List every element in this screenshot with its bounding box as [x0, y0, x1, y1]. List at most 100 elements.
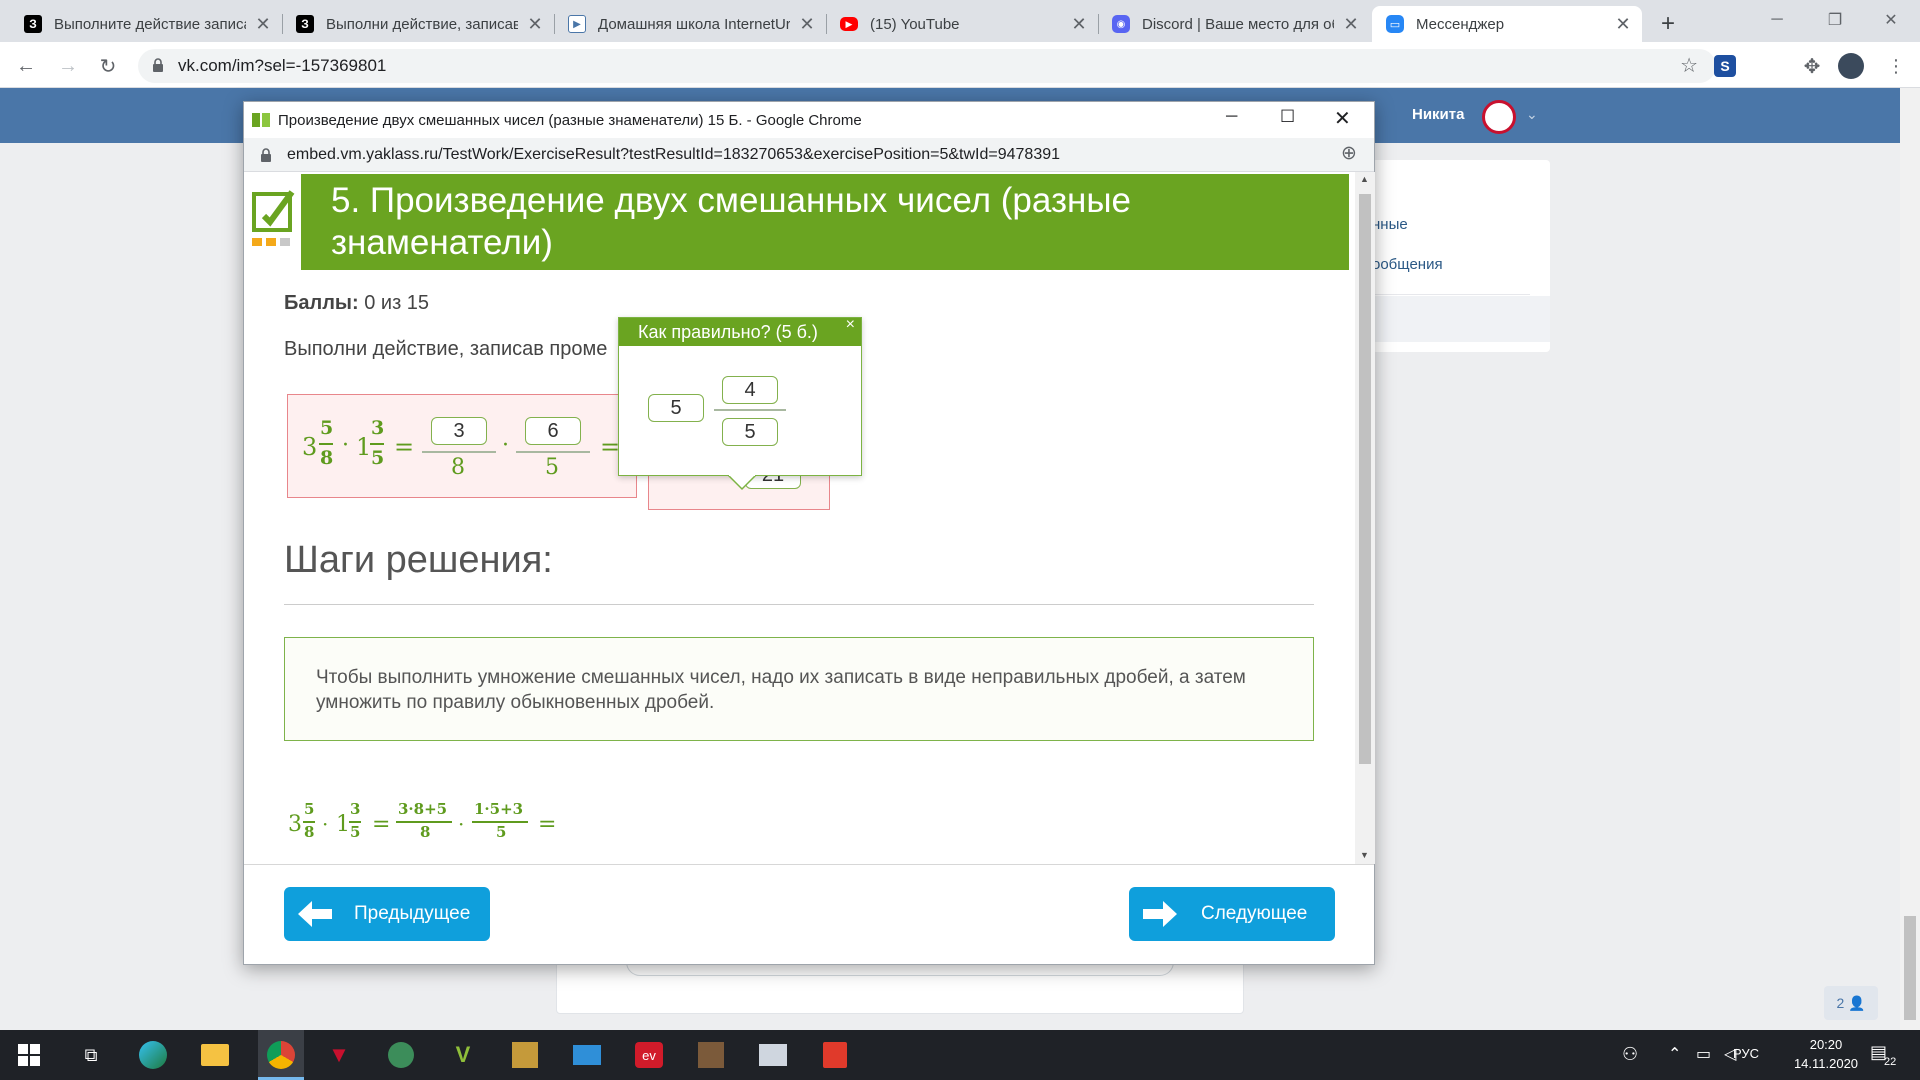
tab-2[interactable]: З Выполни действие, записав ✕	[282, 6, 554, 42]
minimize-icon[interactable]: ─	[1748, 0, 1806, 40]
mail-icon[interactable]	[570, 1038, 604, 1072]
extensions-puzzle-icon[interactable]: ✥	[1796, 50, 1828, 82]
url-text: vk.com/im?sel=-157369801	[178, 56, 387, 75]
tab-1[interactable]: З Выполните действие записав ✕	[10, 6, 282, 42]
expression-box: 3 5 8 · 1 3 5 = 3 8 · 6 5 =	[287, 394, 637, 498]
close-icon[interactable]: ✕	[1614, 14, 1632, 35]
vk-chat-counter[interactable]: 2 👤	[1824, 986, 1878, 1020]
task-view-icon[interactable]: ⧉	[74, 1038, 108, 1072]
counter-value: 2	[1836, 995, 1845, 1011]
clock-time[interactable]: 20:20	[1790, 1037, 1862, 1052]
close-icon[interactable]: ✕	[1070, 14, 1088, 35]
vk-menu-item[interactable]: ообщения	[1372, 256, 1443, 273]
chevron-up-icon[interactable]: ⌃	[1668, 1044, 1681, 1064]
divider	[284, 604, 1314, 605]
equals: =	[394, 433, 415, 461]
popup-scrollbar[interactable]: ▲ ▼	[1355, 172, 1375, 864]
previous-label: Предыдущее	[354, 903, 471, 924]
extension-s-icon[interactable]: S	[1714, 55, 1736, 77]
yaklass-favicon-icon: З	[296, 15, 314, 33]
scroll-down-icon[interactable]: ▼	[1360, 850, 1369, 860]
mixed1-num: 5	[304, 800, 315, 818]
app-ev-icon[interactable]: ev	[632, 1038, 666, 1072]
fraction-bar	[319, 443, 333, 445]
mixed1-den: 8	[304, 823, 315, 841]
mixed2-whole: 1	[336, 812, 350, 837]
vk-user-name[interactable]: Никита	[1412, 106, 1464, 123]
windows-taskbar: ⧉ ▼ V ev ⚇ ⌃ ▭ ◁ РУС 20:20 14.11.2020 ▤ …	[0, 1030, 1920, 1080]
people-icon[interactable]: ⚇	[1622, 1044, 1638, 1065]
globe-app-icon[interactable]	[384, 1038, 418, 1072]
tab-title: (15) YouTube	[870, 15, 960, 33]
previous-button[interactable]: Предыдущее	[284, 887, 490, 941]
app-window-icon[interactable]	[756, 1038, 790, 1072]
app-v-icon[interactable]: ▼	[322, 1038, 356, 1072]
forward-icon[interactable]: →	[52, 50, 84, 82]
clock-date[interactable]: 14.11.2020	[1790, 1056, 1862, 1071]
tab-6-active[interactable]: ▭ Мессенджер ✕	[1372, 6, 1642, 42]
tab-title: Домашняя школа InternetUr	[598, 15, 790, 33]
next-button[interactable]: Следующее	[1129, 887, 1335, 941]
menu-kebab-icon[interactable]: ⋮	[1880, 50, 1912, 82]
vk-side-menu: нные ообщения	[1372, 160, 1550, 352]
frac1-num: 3·8+5	[398, 800, 448, 818]
edge-icon[interactable]	[136, 1038, 170, 1072]
popover-arrow	[728, 475, 756, 491]
restore-icon[interactable]: ❐	[1806, 0, 1864, 40]
notification-count: 22	[1884, 1056, 1897, 1068]
close-window-icon[interactable]: ✕	[1334, 106, 1351, 131]
scroll-up-icon[interactable]: ▲	[1360, 174, 1369, 184]
language-indicator[interactable]: РУС	[1733, 1046, 1759, 1061]
maximize-icon[interactable]: ☐	[1280, 107, 1295, 127]
chevron-down-icon[interactable]: ⌄	[1526, 106, 1538, 123]
tab-title: Мессенджер	[1416, 15, 1505, 33]
close-icon[interactable]: ✕	[254, 14, 272, 35]
profile-avatar[interactable]	[1838, 53, 1864, 79]
windows-start-icon[interactable]	[12, 1038, 46, 1072]
popup-address-bar[interactable]: embed.vm.yaklass.ru/TestWork/ExerciseRes…	[244, 138, 1374, 172]
popover-title-text: Как правильно? (5 б.)	[638, 322, 818, 342]
answer-input-num2[interactable]: 6	[525, 417, 581, 445]
chrome-icon[interactable]	[258, 1030, 304, 1080]
answer-input-num1[interactable]: 3	[431, 417, 487, 445]
vk-menu-item[interactable]: нные	[1372, 216, 1408, 233]
tab-3[interactable]: ▶ Домашняя школа InternetUr ✕	[554, 6, 826, 42]
network-icon[interactable]: ▭	[1696, 1044, 1711, 1064]
reload-icon[interactable]: ↻	[92, 50, 124, 82]
back-icon[interactable]: ←	[10, 50, 42, 82]
game-app-icon[interactable]	[508, 1038, 542, 1072]
frac1-den: 8	[420, 823, 431, 841]
close-icon[interactable]: ×	[846, 316, 855, 334]
equals: =	[538, 812, 557, 837]
app-v-green-icon[interactable]: V	[446, 1038, 480, 1072]
divider	[1372, 294, 1530, 295]
page-scrollbar-thumb[interactable]	[1904, 916, 1916, 1020]
vk-menu-selected[interactable]	[1372, 296, 1550, 342]
mixed2-den: 5	[371, 447, 385, 469]
popup-scrollbar-thumb[interactable]	[1359, 194, 1371, 764]
step-formula: 3 5 8 · 1 3 5 = 3·8+5 8 · 1·5+3 5 =	[284, 792, 784, 856]
close-icon[interactable]: ✕	[798, 14, 816, 35]
page-scrollbar[interactable]	[1900, 88, 1920, 1030]
mixed1-whole: 3	[302, 433, 318, 461]
zoom-icon[interactable]: ⊕	[1341, 142, 1357, 165]
close-window-icon[interactable]: ✕	[1862, 0, 1920, 40]
tab-title: Выполните действие записав	[54, 15, 246, 33]
app-red-icon[interactable]	[818, 1038, 852, 1072]
bookmark-star-icon[interactable]: ☆	[1680, 53, 1698, 78]
lock-icon	[261, 148, 271, 162]
popup-titlebar[interactable]: Произведение двух смешанных чисел (разны…	[244, 102, 1374, 138]
close-icon[interactable]: ✕	[526, 14, 544, 35]
file-explorer-icon[interactable]	[198, 1038, 232, 1072]
fraction-bar	[422, 451, 496, 453]
minimize-icon[interactable]: ─	[1226, 108, 1237, 126]
vk-avatar[interactable]	[1482, 100, 1516, 134]
address-bar[interactable]: vk.com/im?sel=-157369801 ☆	[138, 49, 1716, 83]
score-label: Баллы:	[284, 292, 359, 314]
tab-5[interactable]: ◉ Discord | Ваше место для об ✕	[1098, 6, 1370, 42]
next-label: Следующее	[1201, 903, 1308, 924]
minecraft-icon[interactable]	[694, 1038, 728, 1072]
new-tab-button[interactable]: +	[1650, 6, 1686, 42]
tab-4[interactable]: ▶ (15) YouTube ✕	[826, 6, 1098, 42]
close-icon[interactable]: ✕	[1342, 14, 1360, 35]
